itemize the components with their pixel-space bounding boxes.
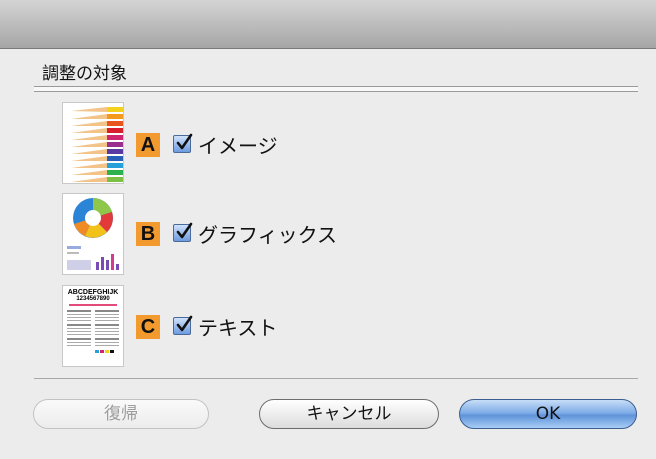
image-thumbnail (62, 102, 124, 184)
button-divider (34, 378, 638, 379)
option-letter-c: C (136, 315, 160, 339)
text-checkbox[interactable] (173, 315, 193, 335)
graphics-label[interactable]: グラフィックス (198, 219, 337, 248)
graphics-checkbox[interactable] (173, 222, 193, 242)
option-text-row: ABCDEFGHIJK 1234567890 C テキスト (62, 285, 482, 367)
image-checkbox[interactable] (173, 133, 193, 153)
section-divider (34, 86, 638, 92)
checkmark-icon (176, 222, 193, 239)
option-graphics-row: B グラフィックス (62, 193, 482, 275)
thumbnail-heading: ABCDEFGHIJK (67, 289, 119, 296)
option-letter-a: A (136, 133, 160, 157)
text-label[interactable]: テキスト (198, 312, 277, 341)
revert-button[interactable]: 復帰 (33, 399, 209, 429)
section-title: 調整の対象 (42, 64, 127, 84)
option-letter-b: B (136, 222, 160, 246)
checkmark-icon (176, 133, 193, 150)
window-title-bar[interactable] (0, 0, 656, 49)
cancel-button[interactable]: キャンセル (259, 399, 439, 429)
text-thumbnail: ABCDEFGHIJK 1234567890 (62, 285, 124, 367)
ok-button[interactable]: OK (459, 399, 637, 429)
graphics-thumbnail (62, 193, 124, 275)
checkmark-icon (176, 315, 193, 332)
option-image-row: A イメージ (62, 102, 482, 184)
image-label[interactable]: イメージ (198, 130, 278, 159)
